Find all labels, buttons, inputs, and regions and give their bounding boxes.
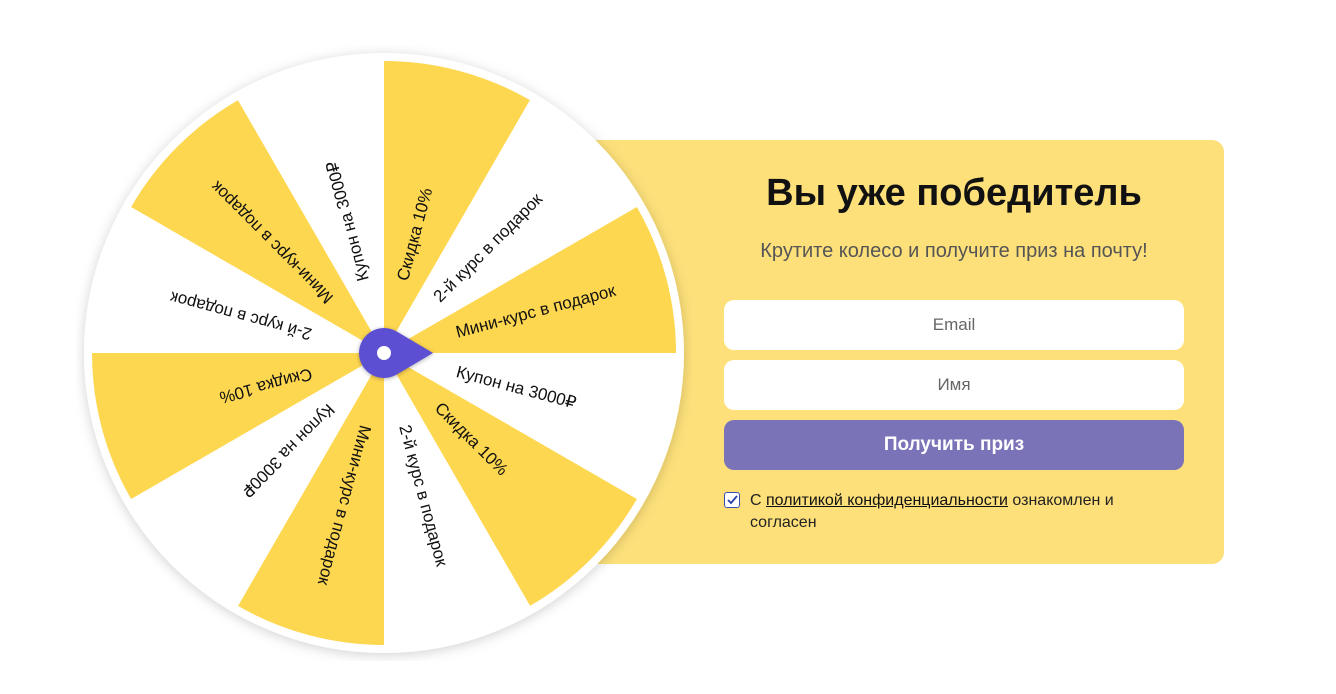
- get-prize-button[interactable]: Получить приз: [724, 420, 1184, 470]
- checkmark-icon: [726, 495, 738, 505]
- email-field[interactable]: [724, 300, 1184, 350]
- name-field[interactable]: [724, 360, 1184, 410]
- subtitle: Крутите колесо и получите приз на почту!: [760, 240, 1148, 262]
- prize-wheel[interactable]: Скидка 10% 2-й курс в подарок Мини-курс в …: [76, 45, 692, 661]
- privacy-policy-link[interactable]: политикой конфиденциальности: [766, 492, 1008, 509]
- consent-prefix: С: [750, 492, 766, 509]
- page-title: Вы уже победитель: [766, 172, 1142, 214]
- consent-checkbox[interactable]: [724, 492, 740, 508]
- pointer-hub: [377, 346, 391, 360]
- prize-wheel-widget: Вы уже победитель Крутите колесо и получ…: [0, 0, 1336, 694]
- consent-text: С политикой конфиденциальности ознакомле…: [750, 490, 1184, 534]
- wheel-graphic: Скидка 10%2-й курс в подарокМини-курс в …: [84, 53, 684, 653]
- consent-row: С политикой конфиденциальности ознакомле…: [724, 490, 1184, 534]
